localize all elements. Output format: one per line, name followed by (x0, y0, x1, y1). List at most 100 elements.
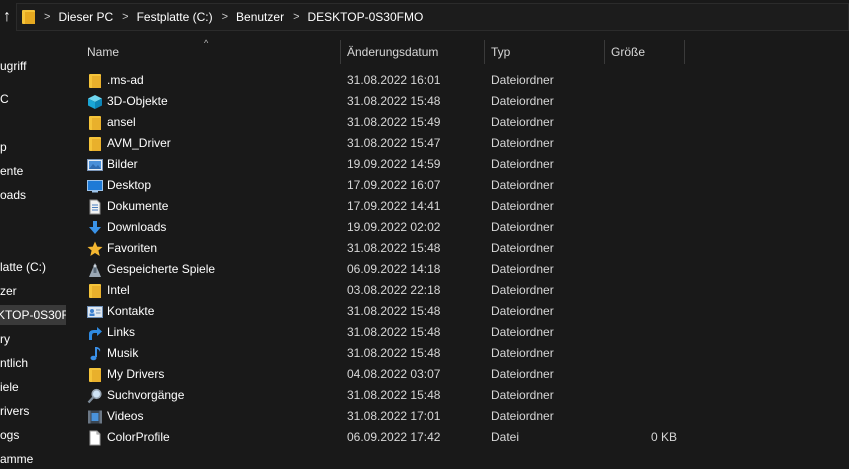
breadcrumb-festplatte[interactable]: Festplatte (C:) (137, 10, 213, 24)
file-name: Desktop (107, 178, 152, 192)
saved-games-icon (87, 262, 103, 278)
file-row-my-drivers[interactable]: My Drivers 04.08.2022 03:07 Dateiordner (85, 364, 685, 385)
file-type: Dateiordner (491, 94, 554, 108)
title-address-area: ↑ > Dieser PC > Festplatte (C:) > Benutz… (0, 0, 849, 36)
file-type: Dateiordner (491, 304, 554, 318)
documents-icon (87, 199, 103, 215)
navigation-pane: ugriff C p ente oads latte (C:) zer KTOP… (0, 36, 66, 469)
address-bar[interactable]: > Dieser PC > Festplatte (C:) > Benutzer… (16, 3, 849, 31)
up-arrow-button[interactable]: ↑ (0, 7, 14, 27)
file-row-3d-objekte[interactable]: 3D-Objekte 31.08.2022 15:48 Dateiordner (85, 91, 685, 112)
nav-item-desktop-user[interactable]: KTOP-0S30FM (0, 305, 66, 325)
file-icon (87, 430, 103, 446)
file-row-ms-ad[interactable]: .ms-ad 31.08.2022 16:01 Dateiordner (85, 70, 685, 91)
file-date: 17.09.2022 14:41 (347, 199, 441, 213)
file-date: 31.08.2022 15:48 (347, 346, 441, 360)
file-type: Dateiordner (491, 346, 554, 360)
folder-icon (22, 10, 35, 24)
file-row-kontakte[interactable]: Kontakte 31.08.2022 15:48 Dateiordner (85, 301, 685, 322)
column-header-date[interactable]: Änderungsdatum (347, 40, 477, 64)
file-type: Dateiordner (491, 367, 554, 381)
breadcrumb-separator-icon[interactable]: > (293, 11, 299, 23)
file-type: Dateiordner (491, 388, 554, 402)
column-divider[interactable] (684, 40, 685, 64)
file-row-ansel[interactable]: ansel 31.08.2022 15:49 Dateiordner (85, 112, 685, 133)
column-divider[interactable] (604, 40, 605, 64)
videos-icon (87, 409, 103, 425)
file-name: ansel (107, 115, 136, 129)
file-type: Dateiordner (491, 157, 554, 171)
folder-icon (87, 367, 103, 383)
file-type: Dateiordner (491, 262, 554, 276)
file-type: Dateiordner (491, 199, 554, 213)
file-row-musik[interactable]: Musik 31.08.2022 15:48 Dateiordner (85, 343, 685, 364)
file-name: AVM_Driver (107, 136, 171, 150)
file-name: Dokumente (107, 199, 169, 213)
file-row-dokumente[interactable]: Dokumente 17.09.2022 14:41 Dateiordner (85, 196, 685, 217)
file-date: 31.08.2022 16:01 (347, 73, 441, 87)
file-row-gespeicherte-spiele[interactable]: Gespeicherte Spiele 06.09.2022 14:18 Dat… (85, 259, 685, 280)
file-size: 0 KB (650, 430, 677, 444)
file-date: 31.08.2022 17:01 (347, 409, 441, 423)
breadcrumb-benutzer[interactable]: Benutzer (236, 10, 284, 24)
file-type: Dateiordner (491, 409, 554, 423)
contacts-icon (87, 304, 103, 320)
file-type: Datei (491, 430, 520, 444)
file-name: ColorProfile (107, 430, 170, 444)
breadcrumb-separator-icon[interactable]: > (44, 11, 50, 23)
file-row-favoriten[interactable]: Favoriten 31.08.2022 15:48 Dateiordner (85, 238, 685, 259)
desktop-icon (87, 178, 103, 194)
file-type: Dateiordner (491, 241, 554, 255)
file-date: 31.08.2022 15:48 (347, 304, 441, 318)
file-type: Dateiordner (491, 73, 554, 87)
file-date: 31.08.2022 15:48 (347, 388, 441, 402)
file-date: 31.08.2022 15:48 (347, 241, 441, 255)
file-name: Musik (107, 346, 139, 360)
music-icon (87, 346, 103, 362)
file-date: 31.08.2022 15:48 (347, 94, 441, 108)
file-name: Suchvorgänge (107, 388, 185, 402)
breadcrumb-dieser-pc[interactable]: Dieser PC (58, 10, 113, 24)
breadcrumb-desktop-user[interactable]: DESKTOP-0S30FMO (308, 10, 424, 24)
file-name: Downloads (107, 220, 167, 234)
file-date: 19.09.2022 02:02 (347, 220, 441, 234)
column-header-row: ^ Name Änderungsdatum Typ Größe (67, 38, 849, 64)
column-divider[interactable] (340, 40, 341, 64)
file-type: Dateiordner (491, 220, 554, 234)
column-header-size[interactable]: Größe (611, 40, 681, 64)
folder-icon (87, 115, 103, 131)
file-row-intel[interactable]: Intel 03.08.2022 22:18 Dateiordner (85, 280, 685, 301)
links-icon (87, 325, 103, 341)
file-name: 3D-Objekte (107, 94, 168, 108)
file-date: 03.08.2022 22:18 (347, 283, 441, 297)
column-divider[interactable] (484, 40, 485, 64)
file-row-colorprofile[interactable]: ColorProfile 06.09.2022 17:42 Datei 0 KB (85, 427, 685, 448)
file-name: My Drivers (107, 367, 165, 381)
searches-icon (87, 388, 103, 404)
file-type: Dateiordner (491, 136, 554, 150)
3d-objects-icon (87, 94, 103, 110)
column-header-type[interactable]: Typ (491, 40, 601, 64)
file-list: ^ Name Änderungsdatum Typ Größe .ms-ad 3… (67, 36, 849, 469)
file-row-videos[interactable]: Videos 31.08.2022 17:01 Dateiordner (85, 406, 685, 427)
folder-icon (87, 73, 103, 89)
file-name: Links (107, 325, 136, 339)
folder-icon (87, 283, 103, 299)
file-row-links[interactable]: Links 31.08.2022 15:48 Dateiordner (85, 322, 685, 343)
file-row-downloads[interactable]: Downloads 19.09.2022 02:02 Dateiordner (85, 217, 685, 238)
file-row-desktop[interactable]: Desktop 17.09.2022 16:07 Dateiordner (85, 175, 685, 196)
pictures-icon (87, 157, 103, 173)
file-row-avm-driver[interactable]: AVM_Driver 31.08.2022 15:47 Dateiordner (85, 133, 685, 154)
file-name: Intel (107, 283, 130, 297)
breadcrumb-separator-icon[interactable]: > (122, 11, 128, 23)
file-date: 06.09.2022 17:42 (347, 430, 441, 444)
column-header-name[interactable]: Name (87, 40, 337, 64)
file-row-suchvorgaenge[interactable]: Suchvorgänge 31.08.2022 15:48 Dateiordne… (85, 385, 685, 406)
breadcrumb-separator-icon[interactable]: > (222, 11, 228, 23)
file-date: 04.08.2022 03:07 (347, 367, 441, 381)
favorites-icon (87, 241, 103, 257)
file-row-bilder[interactable]: Bilder 19.09.2022 14:59 Dateiordner (85, 154, 685, 175)
file-type: Dateiordner (491, 325, 554, 339)
file-type: Dateiordner (491, 178, 554, 192)
file-name: Favoriten (107, 241, 158, 255)
